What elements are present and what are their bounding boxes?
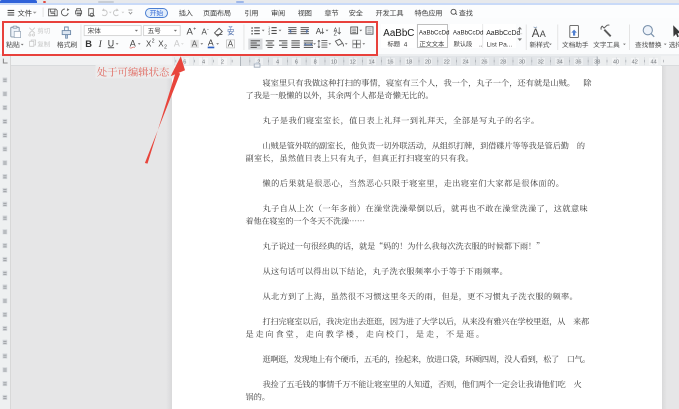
- svg-text:2: 2: [221, 60, 224, 66]
- svg-text:8: 8: [314, 60, 317, 66]
- svg-text:26: 26: [481, 60, 487, 66]
- svg-text:AaBbC: AaBbC: [383, 28, 414, 39]
- svg-text:22: 22: [444, 60, 450, 66]
- svg-text:3: 3: [268, 32, 270, 36]
- svg-text:AaBbCcDd: AaBbCcDd: [486, 30, 520, 37]
- svg-text:List Pa...: List Pa...: [487, 41, 513, 48]
- svg-text:A: A: [532, 28, 540, 40]
- svg-text:I: I: [98, 40, 103, 50]
- svg-text:14: 14: [368, 60, 374, 66]
- svg-text:4: 4: [202, 60, 205, 66]
- svg-text:U: U: [108, 38, 114, 48]
- svg-text:4: 4: [404, 41, 408, 48]
- svg-text:20: 20: [425, 60, 431, 66]
- svg-text:30: 30: [519, 60, 525, 66]
- svg-text:B: B: [85, 39, 92, 49]
- svg-text:6: 6: [183, 60, 186, 66]
- svg-text:36: 36: [575, 60, 581, 66]
- svg-text:42: 42: [632, 60, 638, 66]
- svg-text:2: 2: [164, 45, 167, 51]
- svg-text:40: 40: [613, 60, 619, 66]
- svg-text:..: ..: [479, 41, 483, 48]
- svg-text:+: +: [193, 27, 196, 33]
- svg-text:A: A: [316, 27, 322, 36]
- svg-text:A: A: [130, 38, 136, 48]
- svg-text:A: A: [208, 37, 214, 47]
- svg-text:10: 10: [331, 60, 337, 66]
- svg-text:32: 32: [538, 60, 544, 66]
- svg-text:4: 4: [276, 60, 279, 66]
- svg-text:28: 28: [500, 60, 506, 66]
- svg-text:A: A: [228, 40, 234, 49]
- svg-text:12: 12: [350, 60, 356, 66]
- svg-text:A: A: [540, 29, 546, 39]
- svg-text:34: 34: [556, 60, 562, 66]
- svg-text:44: 44: [650, 60, 656, 66]
- svg-text:2: 2: [152, 39, 155, 45]
- svg-text:6: 6: [295, 60, 298, 66]
- svg-text:-: -: [207, 27, 209, 33]
- svg-text:24: 24: [462, 60, 468, 66]
- svg-text:38: 38: [594, 60, 600, 66]
- svg-text:A: A: [174, 38, 180, 48]
- svg-text:18: 18: [406, 60, 412, 66]
- svg-text:16: 16: [387, 60, 393, 66]
- svg-text:AaBbCcDd: AaBbCcDd: [453, 30, 484, 37]
- svg-text:AaBbCcDd: AaBbCcDd: [419, 30, 450, 37]
- svg-text:A: A: [192, 40, 198, 49]
